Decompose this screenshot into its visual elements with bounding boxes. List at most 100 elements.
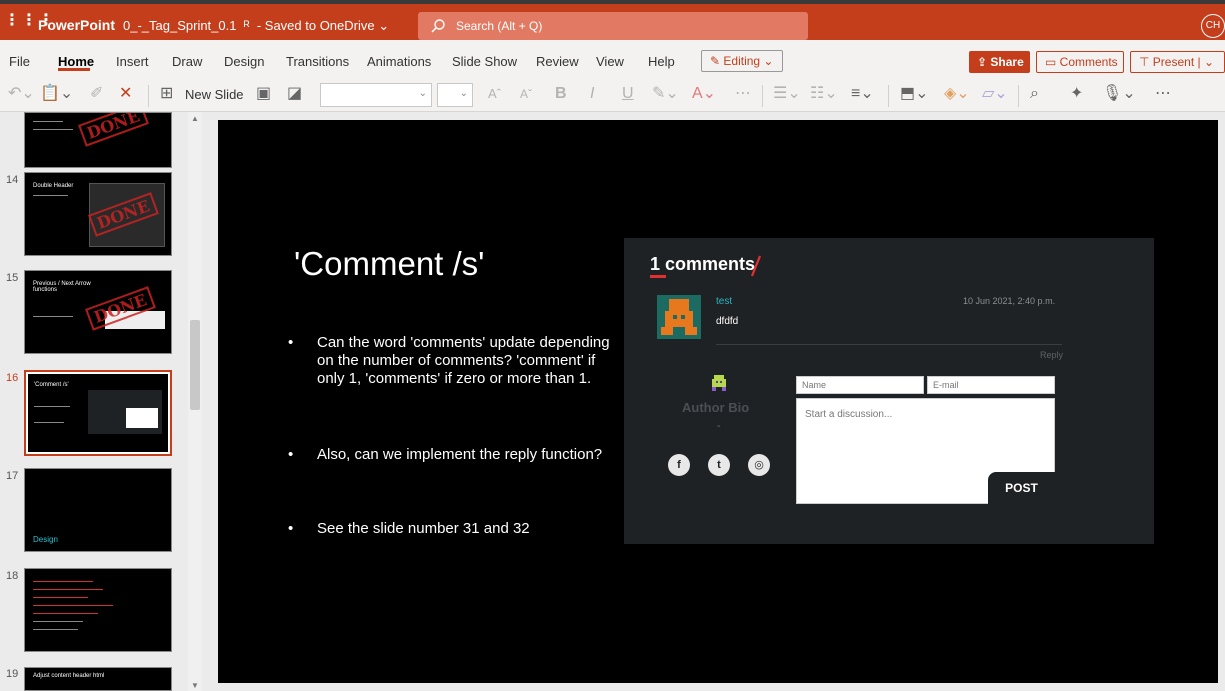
- font-size-select[interactable]: ⌄: [437, 83, 473, 107]
- comments-button[interactable]: ▭ Comments: [1036, 51, 1124, 73]
- twitter-icon: t: [708, 454, 730, 476]
- thumb-line: [33, 621, 83, 622]
- email-field: E-mail: [927, 376, 1055, 394]
- fill-icon[interactable]: ◈⌄: [944, 86, 970, 102]
- thumb-line: [33, 629, 78, 630]
- layout-icon[interactable]: ▣: [256, 86, 271, 102]
- more-font-icon[interactable]: ⋯: [735, 86, 751, 102]
- highlight-icon[interactable]: ✎⌄: [652, 86, 679, 102]
- scroll-down-arrow-icon[interactable]: ▼: [190, 681, 200, 690]
- new-slide-button[interactable]: New Slide: [185, 87, 244, 102]
- search-placeholder: Search (Alt + Q): [456, 19, 543, 33]
- comment-date: 10 Jun 2021, 2:40 p.m.: [963, 296, 1056, 306]
- present-button[interactable]: ⊤ Present | ⌄: [1130, 51, 1225, 73]
- slide-thumbnail-17[interactable]: Design: [24, 468, 172, 552]
- comments-label: Comments: [1059, 55, 1118, 69]
- italic-icon[interactable]: I: [590, 86, 594, 102]
- post-button: POST: [988, 472, 1055, 504]
- tab-animations[interactable]: Animations: [367, 54, 431, 69]
- shapes-icon[interactable]: ⬒⌄: [900, 86, 929, 102]
- thumb-title: Design: [33, 535, 58, 544]
- thumb-title: 'Comment /s': [34, 382, 69, 388]
- delete-icon[interactable]: ✕: [119, 86, 132, 102]
- paste-icon[interactable]: 📋⌄: [40, 86, 73, 102]
- align-icon[interactable]: ≡⌄: [851, 86, 874, 102]
- slide-number: 15: [6, 272, 19, 284]
- grow-font-icon[interactable]: Aˆ: [488, 86, 501, 102]
- bullet-text: See the slide number 31 and 32: [317, 520, 530, 537]
- numbering-icon[interactable]: ☷⌄: [810, 86, 838, 102]
- underline-icon[interactable]: U: [622, 86, 634, 102]
- more-options-icon[interactable]: ⋯: [1155, 86, 1171, 102]
- name-field: Name: [796, 376, 924, 394]
- tab-review[interactable]: Review: [536, 54, 579, 69]
- home-toolbar: [0, 76, 1225, 112]
- outline-icon[interactable]: ▱⌄: [982, 86, 1008, 102]
- scroll-up-arrow-icon[interactable]: ▲: [190, 114, 200, 123]
- thumb-line: [33, 316, 73, 317]
- tab-home[interactable]: Home: [58, 54, 94, 69]
- bullet-dot: •: [288, 446, 294, 463]
- toolbar-separator: [148, 85, 149, 107]
- slide-thumbnail-16[interactable]: 'Comment /s': [24, 370, 172, 456]
- present-icon: ⊤: [1139, 55, 1153, 69]
- comment-widget-screenshot[interactable]: 1 comments test dfdfd 10 Jun 2021, 2:40 …: [624, 238, 1154, 544]
- slide-number-active: 16: [6, 372, 19, 384]
- slide-thumbnail-18[interactable]: [24, 568, 172, 652]
- thumb-line: [33, 597, 88, 598]
- find-icon[interactable]: ⌕: [1030, 86, 1039, 102]
- bold-icon[interactable]: B: [555, 86, 567, 102]
- slide-thumbnail-15[interactable]: Previous / Next Arrow functions DONE: [24, 270, 172, 354]
- thumb-form: [126, 408, 158, 428]
- user-avatar[interactable]: CH: [1201, 14, 1225, 38]
- share-label: Share: [990, 55, 1024, 69]
- designer-icon[interactable]: ✦: [1070, 86, 1083, 102]
- slide-number: 18: [6, 570, 19, 582]
- format-painter-icon[interactable]: ✐: [90, 86, 103, 102]
- chevron-down-icon[interactable]: ⌄: [378, 18, 389, 33]
- search-box[interactable]: Search (Alt + Q): [418, 12, 808, 40]
- tab-design[interactable]: Design: [224, 54, 264, 69]
- tab-draw[interactable]: Draw: [172, 54, 202, 69]
- font-color-icon[interactable]: A⌄: [692, 86, 716, 102]
- tab-slide-show[interactable]: Slide Show: [452, 54, 517, 69]
- bullet-dot: •: [288, 520, 294, 537]
- thumb-line: [34, 406, 70, 407]
- font-family-select[interactable]: ⌄: [320, 83, 432, 107]
- done-stamp: DONE: [78, 113, 149, 147]
- bullets-icon[interactable]: ☰⌄: [773, 86, 801, 102]
- undo-icon[interactable]: ↶⌄: [8, 86, 35, 102]
- slide-title[interactable]: 'Comment /s': [294, 245, 484, 283]
- dictate-icon[interactable]: 🎙⌄: [1102, 86, 1136, 102]
- scrollbar-thumb[interactable]: [190, 320, 200, 410]
- tab-file[interactable]: File: [9, 54, 30, 69]
- red-underline-mark: [650, 275, 666, 278]
- tab-transitions[interactable]: Transitions: [286, 54, 349, 69]
- document-title[interactable]: 0_-_Tag_Sprint_0.1 ᴿ - Saved to OneDrive…: [123, 18, 389, 34]
- tab-insert[interactable]: Insert: [116, 54, 149, 69]
- editing-mode-button[interactable]: ✎ Editing ⌄: [701, 50, 783, 72]
- slide-canvas[interactable]: 'Comment /s' • Can the word 'comments' u…: [218, 120, 1218, 683]
- tab-view[interactable]: View: [596, 54, 624, 69]
- slide-thumbnail-13[interactable]: DONE: [24, 112, 172, 168]
- top-strip: [0, 0, 1225, 4]
- slide-thumbnail-14[interactable]: Double Header DONE: [24, 172, 172, 256]
- thumb-title: Adjust content header html: [33, 673, 105, 679]
- active-tab-indicator: [58, 68, 90, 71]
- picture-icon[interactable]: ◪: [287, 86, 302, 102]
- slide-thumbnail-19[interactable]: Adjust content header html: [24, 667, 172, 691]
- bullet-text: Also, can we implement the reply functio…: [317, 446, 603, 463]
- shrink-font-icon[interactable]: Aˇ: [520, 86, 532, 102]
- share-button[interactable]: ⇪ Share: [969, 51, 1030, 73]
- chevron-down-icon: ⌄: [459, 88, 468, 99]
- commenter-avatar: [657, 295, 701, 339]
- tab-help[interactable]: Help: [648, 54, 675, 69]
- bullet-dot: •: [288, 334, 294, 351]
- chevron-down-icon: | ⌄: [1194, 55, 1214, 69]
- comment-text: dfdfd: [716, 316, 739, 327]
- toolbar-separator: [762, 85, 763, 107]
- thumb-title: Previous / Next Arrow functions: [33, 281, 91, 293]
- author-bio-label: Author Bio: [682, 400, 750, 415]
- app-name[interactable]: PowerPoint: [38, 17, 115, 33]
- new-slide-icon[interactable]: ⊞: [160, 86, 173, 102]
